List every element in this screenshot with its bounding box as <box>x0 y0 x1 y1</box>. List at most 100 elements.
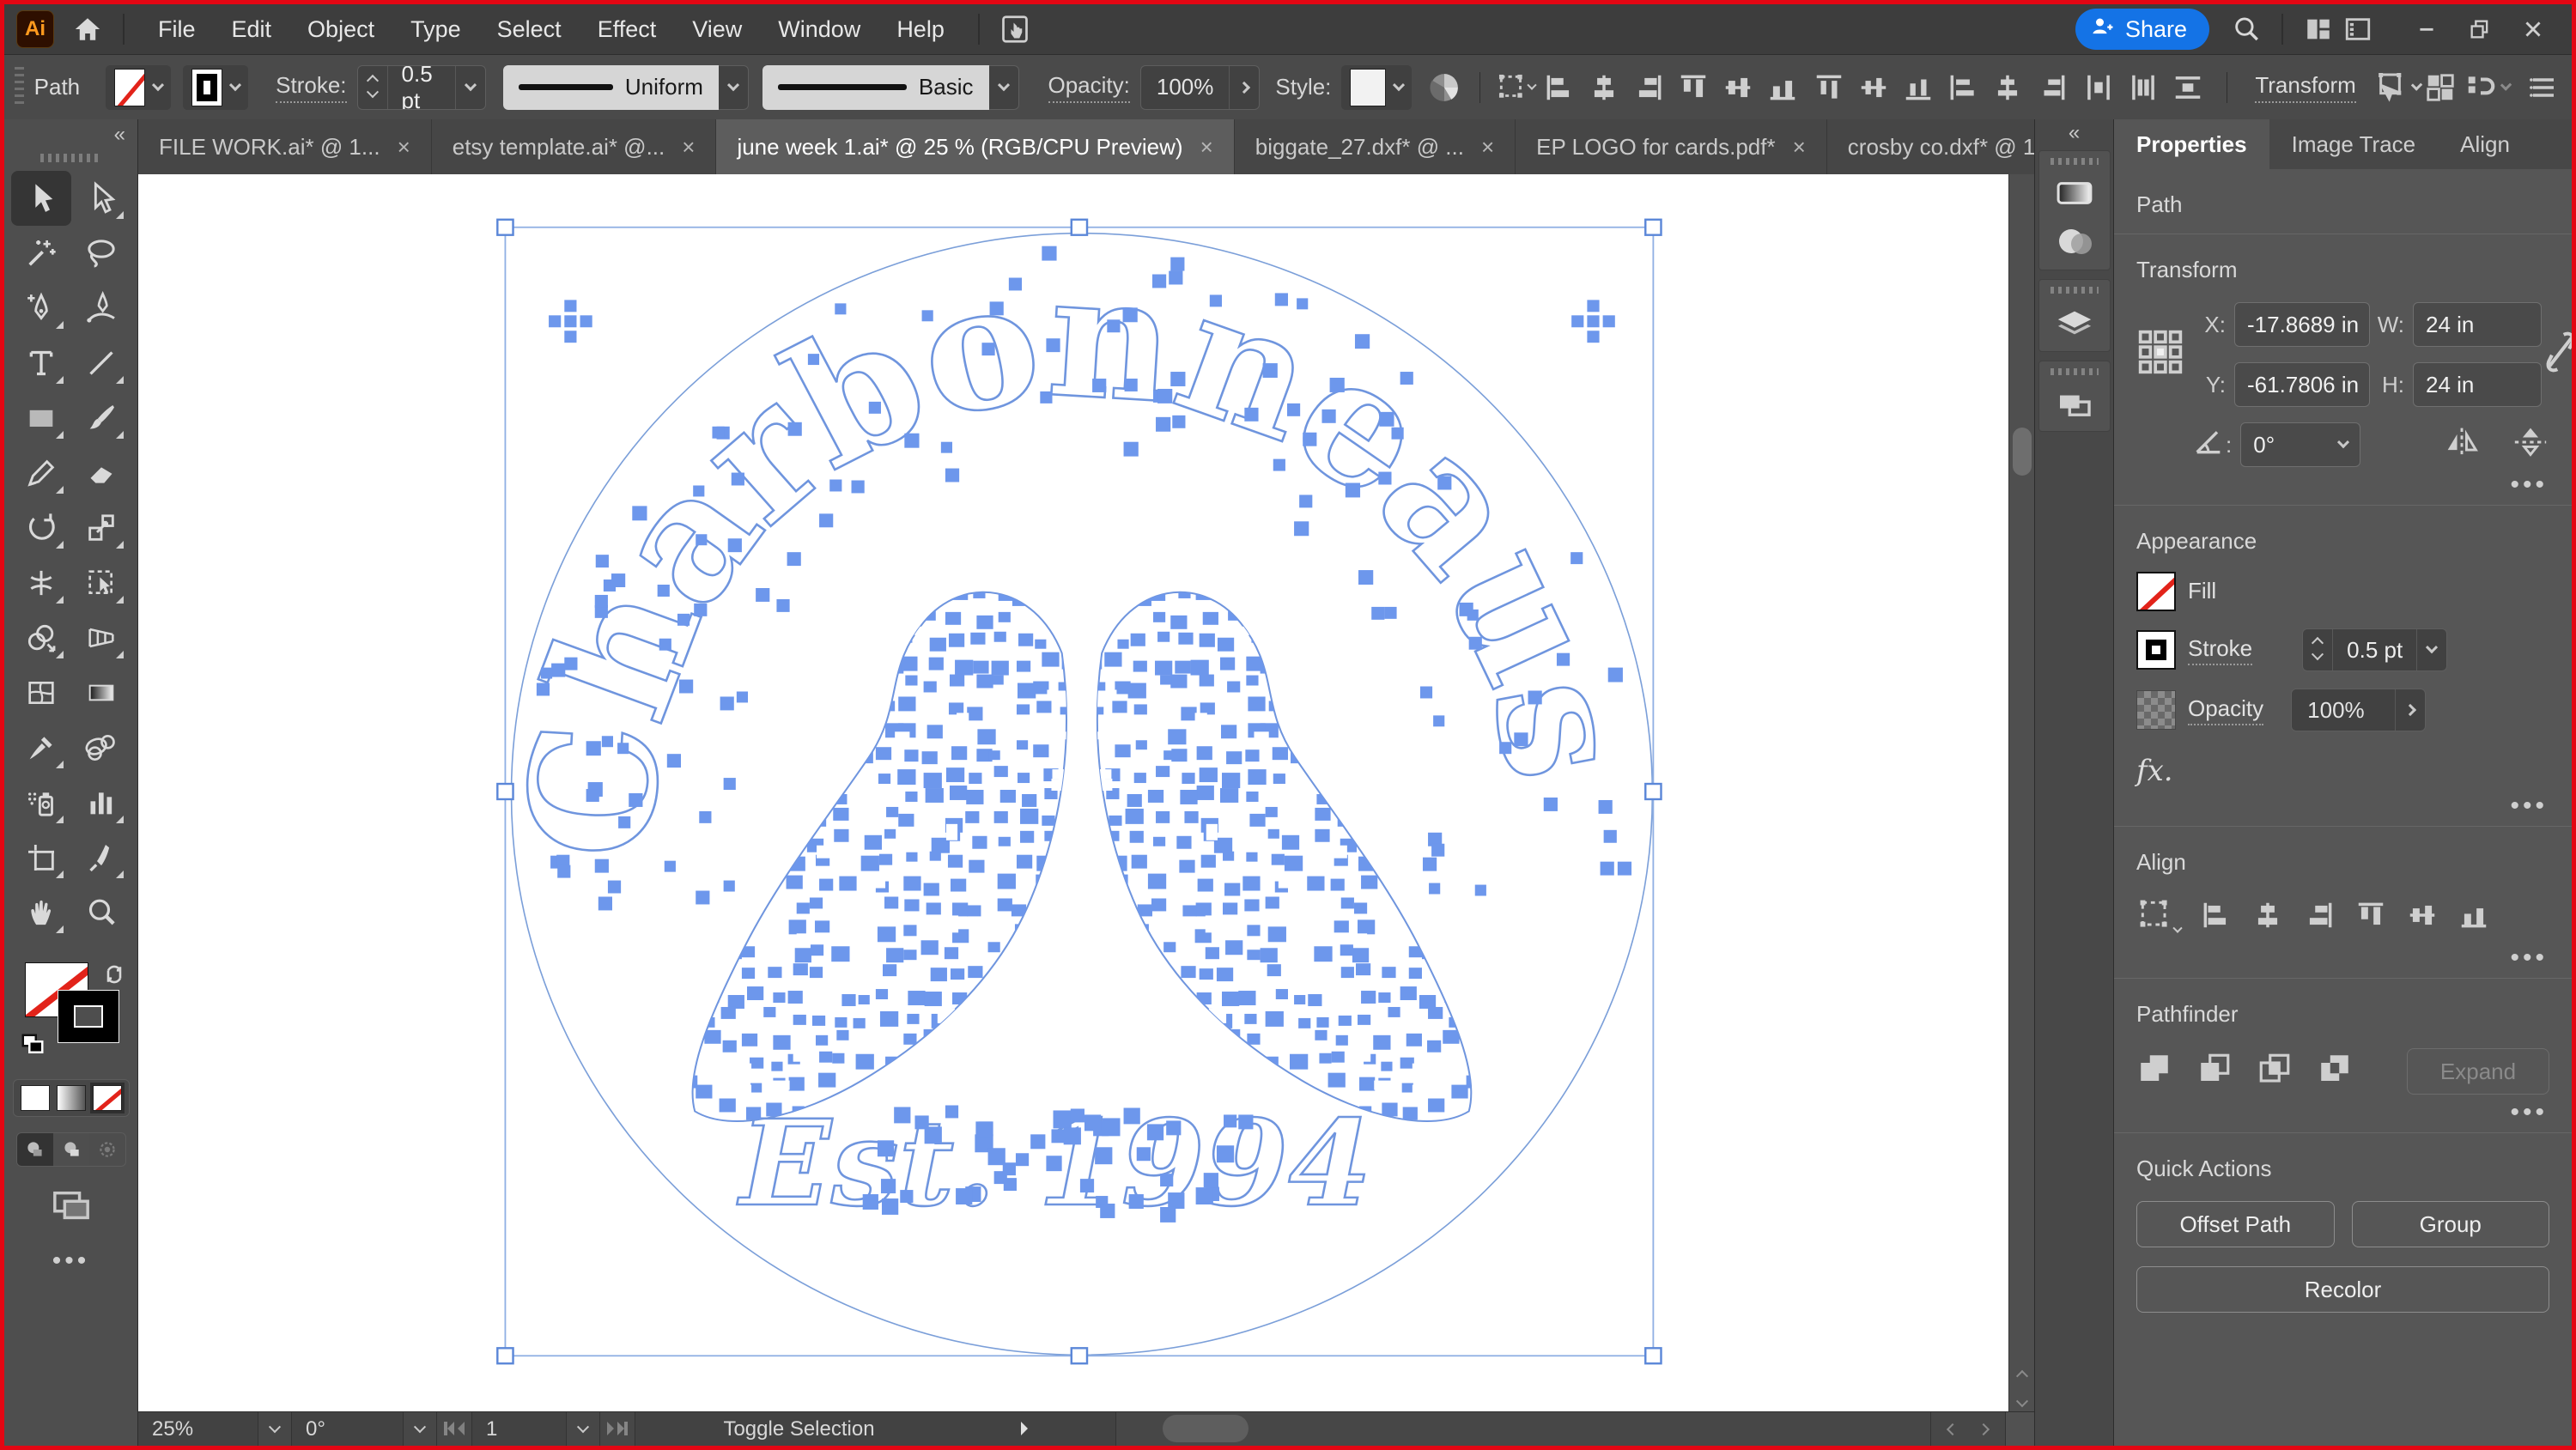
pathfinder-exclude-icon[interactable] <box>2317 1051 2353 1093</box>
menu-window[interactable]: Window <box>760 16 878 43</box>
minimize-button[interactable] <box>2400 8 2453 51</box>
align-to-selection-icon[interactable] <box>2136 896 2183 940</box>
dist-left-icon[interactable] <box>1943 68 1983 107</box>
expand-button[interactable]: Expand <box>2407 1048 2549 1095</box>
menu-type[interactable]: Type <box>392 16 479 43</box>
flip-vertical-icon[interactable] <box>2512 425 2549 465</box>
align-top-icon[interactable] <box>2354 899 2387 937</box>
stroke-swatch[interactable] <box>57 990 119 1043</box>
rectangle-tool-icon[interactable] <box>11 391 71 446</box>
pathfinder-more-options[interactable]: ••• <box>2138 1100 2548 1125</box>
gradient-panel-icon[interactable] <box>2055 179 2094 212</box>
touch-workspace-icon[interactable] <box>995 10 1035 48</box>
eraser-tool-icon[interactable] <box>71 446 131 501</box>
gradient-tool-icon[interactable] <box>71 665 131 720</box>
tab-align[interactable]: Align <box>2438 119 2532 169</box>
variable-width-profile-dropdown[interactable]: Uniform <box>502 64 719 110</box>
menu-object[interactable]: Object <box>289 16 392 43</box>
line-tool-icon[interactable] <box>71 336 131 391</box>
horizontal-scrollbar[interactable] <box>1116 1412 1930 1446</box>
vertical-scrollbar[interactable] <box>2008 174 2034 1411</box>
align-hcenter-icon[interactable] <box>2251 899 2284 937</box>
zoom-level-chevron[interactable] <box>258 1412 292 1446</box>
align-right-icon[interactable] <box>2303 899 2336 937</box>
scroll-right-icon[interactable] <box>1977 1423 1990 1435</box>
vertical-scrollbar-thumb[interactable] <box>2013 428 2032 476</box>
tab-properties[interactable]: Properties <box>2114 119 2269 169</box>
next-artboard-icon[interactable] <box>607 1417 614 1441</box>
slice-tool-icon[interactable] <box>71 830 131 885</box>
tab-close-icon[interactable]: × <box>398 134 410 161</box>
document-tab-2[interactable]: etsy template.ai* @... × <box>431 119 717 174</box>
align-left-icon[interactable] <box>1540 68 1579 107</box>
blend-tool-icon[interactable] <box>71 720 131 775</box>
artboard-number-field[interactable]: 1 <box>472 1412 567 1446</box>
scroll-up-icon[interactable] <box>2015 1369 2028 1383</box>
edit-toolbar-icon[interactable]: ••• <box>52 1248 90 1274</box>
reference-point-icon[interactable] <box>2136 328 2196 382</box>
lasso-tool-icon[interactable] <box>71 226 131 281</box>
rotation-field[interactable]: 0° <box>292 1412 404 1446</box>
column-graph-tool-icon[interactable] <box>71 775 131 830</box>
stroke-weight-link[interactable]: Stroke: <box>276 72 347 103</box>
tab-close-icon[interactable]: × <box>1793 134 1806 161</box>
none-button[interactable] <box>89 1083 125 1113</box>
transform-link[interactable]: Transform <box>2255 72 2356 103</box>
fx-button[interactable]: fx. <box>2136 754 2549 788</box>
restore-button[interactable] <box>2453 8 2506 51</box>
menu-effect[interactable]: Effect <box>580 16 675 43</box>
align-vcenter-icon[interactable] <box>2406 899 2439 937</box>
stroke-weight-value[interactable]: 0.5 pt <box>388 66 455 109</box>
type-tool-icon[interactable] <box>11 336 71 391</box>
align-left-icon[interactable] <box>2200 899 2233 937</box>
y-field[interactable]: -61.7806 in <box>2234 362 2370 407</box>
rotate-tool-icon[interactable] <box>11 501 71 555</box>
opacity-link[interactable]: Opacity: <box>1048 72 1130 103</box>
tab-image-trace[interactable]: Image Trace <box>2269 119 2439 169</box>
close-button[interactable] <box>2506 8 2560 51</box>
recolor-artwork-icon[interactable] <box>1424 65 1463 110</box>
menu-edit[interactable]: Edit <box>214 16 290 43</box>
brush-chevron[interactable] <box>988 64 1019 110</box>
tab-close-icon[interactable]: × <box>682 134 695 161</box>
pathfinder-minus-front-icon[interactable] <box>2196 1051 2233 1093</box>
snap-options-icon[interactable] <box>2460 65 2500 110</box>
rotation-angle-select[interactable]: 0° <box>2240 422 2360 467</box>
status-display-field[interactable]: Toggle Selection <box>635 1412 1116 1446</box>
align-to-selection-icon[interactable] <box>1496 65 1538 110</box>
appearance-opacity-field[interactable]: 100% <box>2291 689 2427 731</box>
selection-tool-icon[interactable] <box>10 171 71 226</box>
dist-top-icon[interactable] <box>1809 68 1849 107</box>
align-top-icon[interactable] <box>1674 68 1713 107</box>
opacity-field[interactable]: 100% <box>1139 64 1261 110</box>
width-tool-icon[interactable] <box>11 555 71 610</box>
shape-builder-tool-icon[interactable] <box>11 610 71 665</box>
artboard-chevron[interactable] <box>567 1412 600 1446</box>
transparency-panel-icon[interactable] <box>2054 226 2095 261</box>
group-button[interactable]: Group <box>2351 1201 2549 1247</box>
artboard-tool-icon[interactable] <box>11 830 71 885</box>
perspective-grid-tool-icon[interactable] <box>71 610 131 665</box>
pathfinder-unite-icon[interactable] <box>2136 1051 2172 1093</box>
align-more-options[interactable]: ••• <box>2138 945 2548 971</box>
appearance-opacity-swatch[interactable] <box>2136 690 2176 730</box>
document-tab-5[interactable]: EP LOGO for cards.pdf* × <box>1516 119 1827 174</box>
artboards-panel-icon[interactable] <box>2055 389 2094 422</box>
graphic-style-dropdown[interactable] <box>1341 64 1413 110</box>
dist-hcenter-icon[interactable] <box>1988 68 2027 107</box>
color-button[interactable] <box>20 1085 50 1111</box>
gradient-button[interactable] <box>56 1085 86 1111</box>
workspace-switcher-icon[interactable] <box>2338 10 2378 48</box>
menu-help[interactable]: Help <box>878 16 963 43</box>
home-icon[interactable] <box>68 10 107 48</box>
pencil-tool-icon[interactable] <box>11 446 71 501</box>
search-icon[interactable] <box>2227 10 2266 48</box>
toolbar-grip[interactable] <box>39 154 102 162</box>
first-artboard-icon[interactable] <box>444 1417 454 1441</box>
curvature-tool-icon[interactable] <box>71 281 131 336</box>
menu-file[interactable]: File <box>140 16 214 43</box>
link-dimensions-icon[interactable] <box>2542 328 2572 382</box>
offset-path-button[interactable]: Offset Path <box>2136 1201 2335 1247</box>
direct-selection-tool-icon[interactable] <box>71 171 131 226</box>
panel-menu-icon[interactable] <box>2524 65 2563 110</box>
